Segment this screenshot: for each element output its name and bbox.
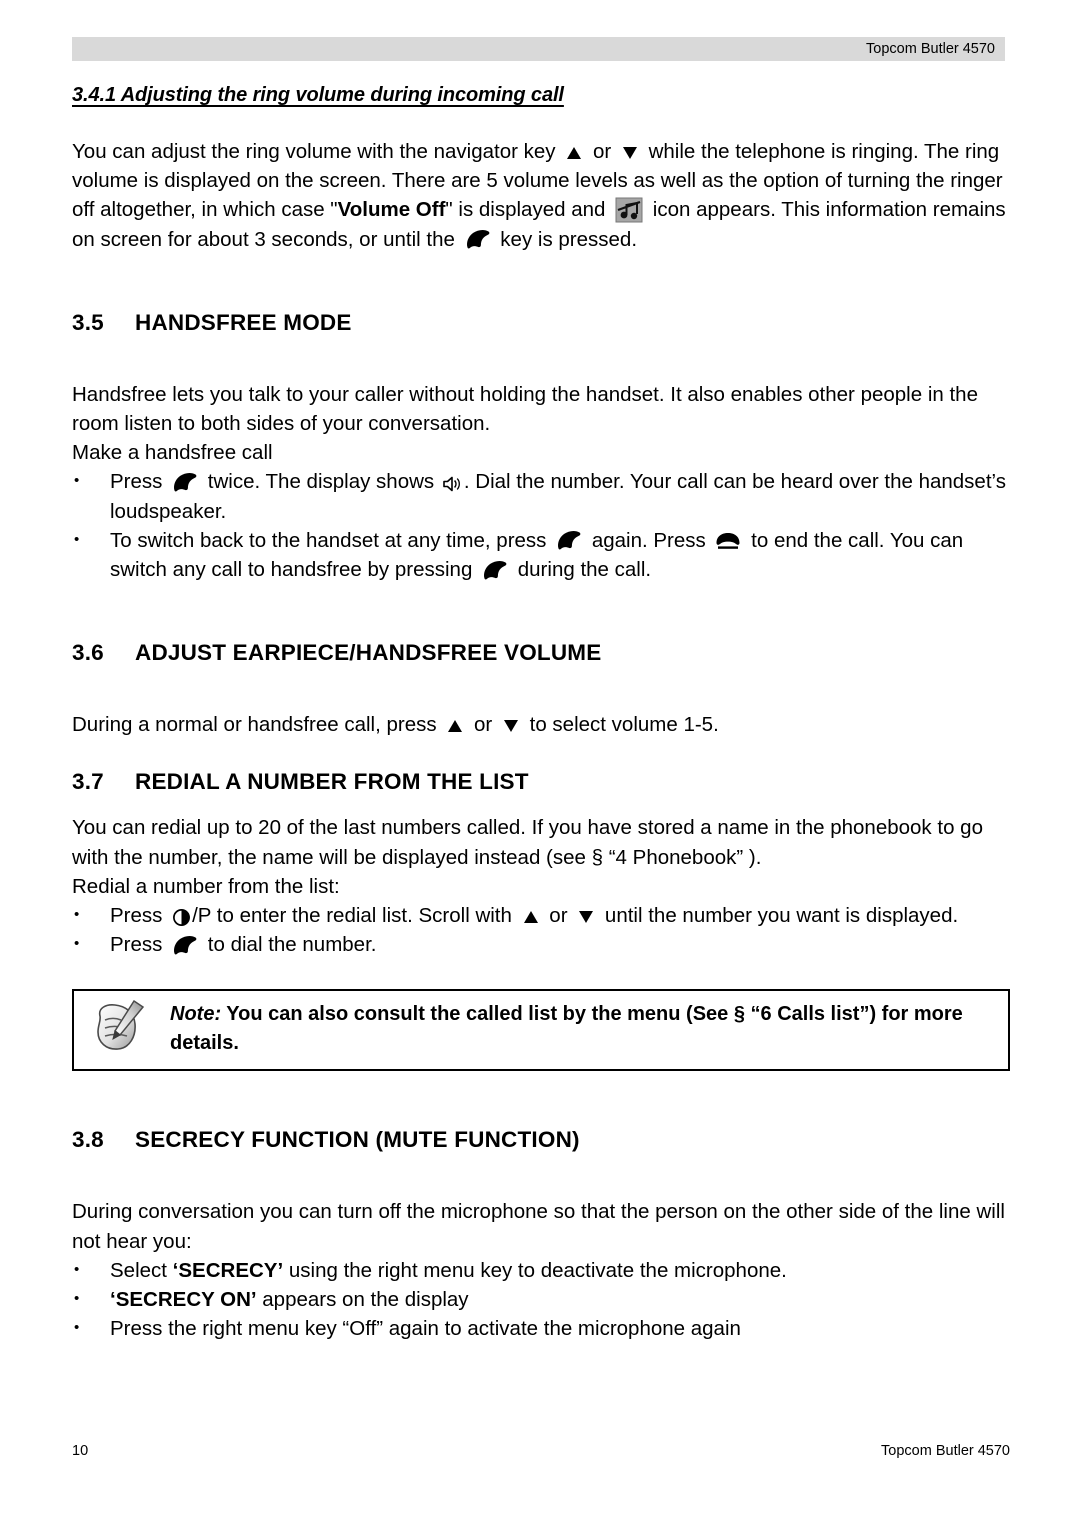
text-run: to dial the number. [202, 933, 377, 957]
text-run: /P to enter the redial list. Scroll with [192, 904, 518, 928]
document-page: Topcom Butler 4570 3.4.1 Adjusting the r… [0, 0, 1080, 1528]
text-run: Select [110, 1258, 173, 1282]
text-run: twice. The display shows [202, 470, 440, 494]
heading-3-8-number: 3.8 [72, 1127, 104, 1153]
text-run: or [468, 713, 498, 737]
note-pencil-icon [88, 998, 150, 1056]
ringer-off-icon [615, 197, 643, 223]
text-bold-secrecy-on: ‘SECRECY ON’ [110, 1288, 257, 1312]
text-run: during the call. [512, 558, 652, 582]
page-header-band: Topcom Butler 4570 [72, 37, 1005, 61]
paragraph-3-6: During a normal or handsfree call, press… [72, 710, 1010, 739]
heading-3-5-title: HANDSFREE MODE [135, 309, 352, 335]
note-text: Note: You can also consult the called li… [170, 1000, 994, 1058]
text-run: or [543, 904, 574, 928]
handset-call-icon [481, 559, 509, 581]
triangle-up-icon [521, 907, 541, 927]
list-item: Press twice. The display shows . Dial th… [72, 466, 1010, 525]
loudspeaker-icon [442, 474, 462, 494]
paragraph-3-7-lead: Redial a number from the list: [72, 874, 340, 898]
paragraph-3-5-make-call: Make a handsfree call [72, 441, 273, 465]
text-run: During a normal or handsfree call, press [72, 713, 443, 737]
heading-3-7: 3.7 REDIAL A NUMBER FROM THE LIST [72, 769, 1010, 795]
handset-call-icon [464, 228, 492, 250]
handset-call-icon [171, 934, 199, 956]
triangle-down-icon [576, 907, 596, 927]
paragraph-3-5-intro: Handsfree lets you talk to your caller w… [72, 382, 978, 436]
triangle-up-icon [445, 716, 465, 736]
text-run: Press [110, 470, 169, 494]
triangle-down-icon [501, 716, 521, 736]
list-item: To switch back to the handset at any tim… [72, 525, 1010, 584]
header-running-title: Topcom Butler 4570 [866, 41, 995, 57]
paragraph-3-4-1: You can adjust the ring volume with the … [72, 137, 1010, 254]
list-item: Press to dial the number. [72, 929, 1010, 959]
text-run: You can adjust the ring volume with the … [72, 140, 562, 163]
text-run: using the right menu key to deactivate t… [283, 1258, 787, 1282]
heading-3-8-title: SECRECY FUNCTION (MUTE FUNCTION) [135, 1127, 580, 1153]
page-content: 3.4.1 Adjusting the ring volume during i… [72, 72, 1010, 1343]
heading-3-4-1: 3.4.1 Adjusting the ring volume during i… [72, 84, 564, 106]
text-run: You can also consult the called list by … [170, 1003, 963, 1055]
heading-3-7-number: 3.7 [72, 769, 104, 795]
heading-3-7-title: REDIAL A NUMBER FROM THE LIST [135, 769, 529, 795]
text-run: or [587, 140, 617, 163]
bullet-list-3-7: Press /P to enter the redial list. Scrol… [72, 900, 1010, 959]
heading-3-5-number: 3.5 [72, 309, 104, 335]
triangle-up-icon [564, 143, 584, 163]
list-item: Press /P to enter the redial list. Scrol… [72, 900, 1010, 930]
text-run: key is pressed. [494, 227, 638, 251]
bullet-list-3-5: Press twice. The display shows . Dial th… [72, 466, 1010, 584]
heading-3-6-title: ADJUST EARPIECE/HANDSFREE VOLUME [135, 640, 602, 666]
list-item: ‘SECRECY ON’ appears on the display [72, 1284, 1010, 1314]
triangle-down-icon [620, 143, 640, 163]
heading-3-5: 3.5 HANDSFREE MODE [72, 310, 1010, 336]
list-item: Press the right menu key “Off” again to … [72, 1313, 1010, 1343]
paragraph-3-8-intro: During conversation you can turn off the… [72, 1200, 1005, 1253]
text-run: appears on the display [256, 1288, 469, 1312]
footer-running-title: Topcom Butler 4570 [881, 1443, 1010, 1459]
heading-3-6: 3.6 ADJUST EARPIECE/HANDSFREE VOLUME [72, 640, 1010, 666]
list-item: Select ‘SECRECY’ using the right menu ke… [72, 1255, 1010, 1285]
heading-3-6-number: 3.6 [72, 640, 104, 666]
text-run: until the number you want is displayed. [599, 904, 959, 928]
footer-page-number: 10 [72, 1443, 89, 1459]
text-run: again. Press [586, 528, 712, 552]
text-run: Press [110, 904, 169, 928]
text-run: Press [110, 933, 169, 957]
text-run: to select volume 1-5. [523, 713, 719, 737]
bullet-list-3-8: Select ‘SECRECY’ using the right menu ke… [72, 1255, 1010, 1344]
text-bold-volume-off: Volume Off [337, 198, 446, 222]
text-run: " is displayed and [445, 198, 612, 222]
handset-call-icon [171, 471, 199, 493]
paragraph-3-7-intro: You can redial up to 20 of the last numb… [72, 816, 983, 869]
note-box: Note: You can also consult the called li… [72, 989, 1010, 1072]
text-run: To switch back to the handset at any tim… [110, 528, 553, 552]
heading-3-8: 3.8 SECRECY FUNCTION (MUTE FUNCTION) [72, 1127, 1010, 1153]
note-label: Note: [170, 1003, 222, 1026]
handset-call-icon [555, 529, 583, 551]
handset-endcall-icon [714, 531, 742, 551]
redial-pause-icon [172, 908, 191, 927]
text-bold-secrecy: ‘SECRECY’ [172, 1258, 284, 1282]
